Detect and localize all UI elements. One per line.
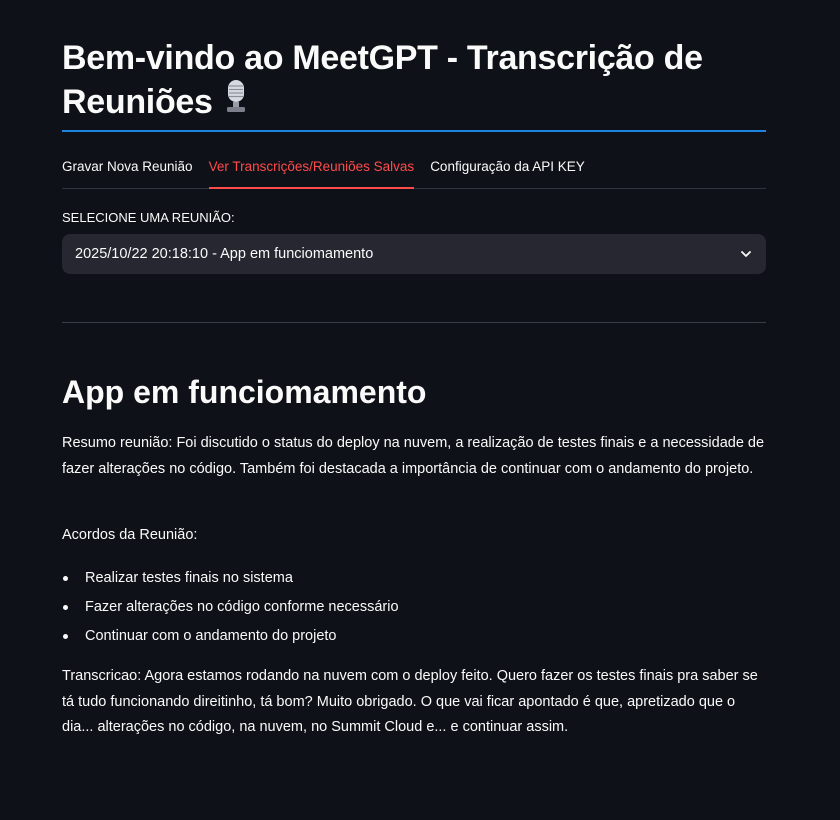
meeting-select-label: SELECIONE UMA REUNIÃO: (62, 210, 235, 225)
meeting-transcript: Transcricao: Agora estamos rodando na nu… (62, 668, 758, 735)
tab-gravar-nova-reuniao[interactable]: Gravar Nova Reunião (62, 152, 193, 189)
page-title-text: Bem-vindo ao MeetGPT - Transcrição de Re… (62, 39, 703, 121)
tab-configuracao-api-key[interactable]: Configuração da API KEY (430, 152, 585, 189)
agreements-list: Realizar testes finais no sistema Fazer … (62, 564, 766, 651)
chevron-down-icon[interactable] (739, 247, 753, 261)
list-item: Realizar testes finais no sistema (62, 564, 766, 593)
meeting-summary: Resumo reunião: Foi discutido o status d… (62, 435, 765, 477)
page-title: Bem-vindo ao MeetGPT - Transcrição de Re… (62, 36, 766, 127)
agreements-label: Acordos da Reunião: (62, 527, 198, 543)
tab-bar: Gravar Nova Reunião Ver Transcrições/Reu… (62, 152, 766, 189)
list-item: Continuar com o andamento do projeto (62, 622, 766, 651)
title-divider (62, 130, 766, 132)
microphone-icon (225, 79, 247, 124)
meeting-title: App em funciomamento (62, 374, 427, 410)
meeting-select-value: 2025/10/22 20:18:10 - App em funciomamen… (75, 246, 374, 262)
tab-ver-transcricoes[interactable]: Ver Transcrições/Reuniões Salvas (208, 152, 415, 189)
app-page: Bem-vindo ao MeetGPT - Transcrição de Re… (0, 0, 840, 820)
section-divider (62, 322, 766, 323)
meeting-select[interactable]: 2025/10/22 20:18:10 - App em funciomamen… (62, 234, 766, 274)
list-item: Fazer alterações no código conforme nece… (62, 593, 766, 622)
